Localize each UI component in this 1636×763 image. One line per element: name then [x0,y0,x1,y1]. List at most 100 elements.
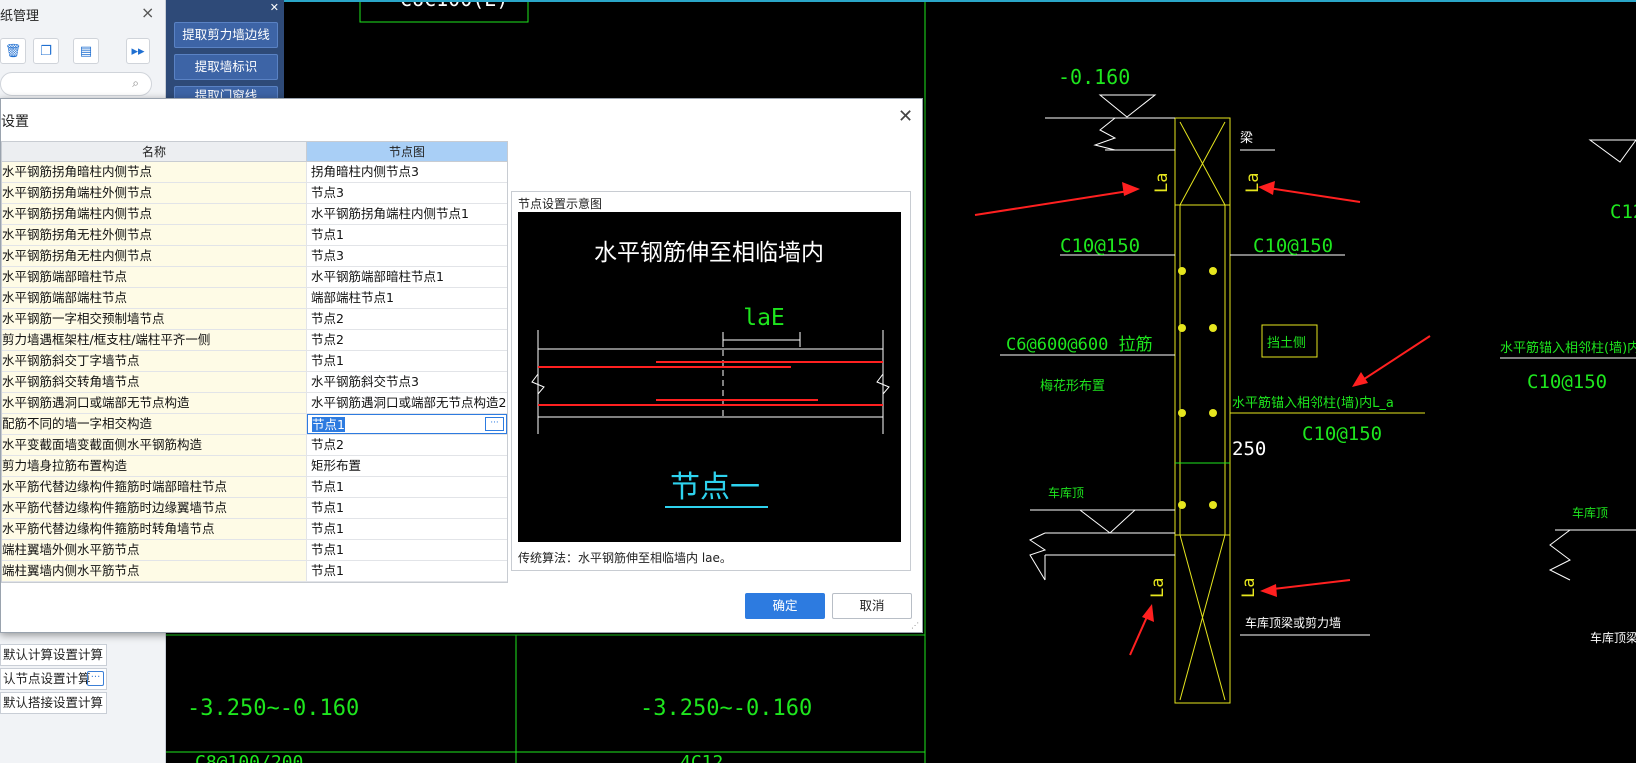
row-name: 水平钢筋斜交丁字墙节点 [2,351,307,371]
ellipsis-icon[interactable]: ··· [87,671,104,686]
table-row[interactable]: 水平变截面墙变截面侧水平钢筋构造 节点2 [2,435,507,456]
table-row[interactable]: 水平钢筋拐角端柱外侧节点 节点3 [2,183,507,204]
table-row[interactable]: 水平钢筋遇洞口或端部无节点构造 水平钢筋遇洞口或端部无节点构造2 [2,393,507,414]
table-row[interactable]: 水平筋代替边缘构件箍筋时转角墙节点 节点1 [2,519,507,540]
cad-c10-mid: C10@150 [1302,423,1382,445]
search-input[interactable]: ⌕ [0,72,152,96]
dialog-close-icon[interactable]: ✕ [898,106,913,127]
row-node-value[interactable]: 节点1 [307,561,507,581]
extract-wall-label-button[interactable]: 提取墙标识 [174,54,278,80]
row-node-value[interactable]: 水平钢筋端部暗柱节点1 [307,267,507,287]
row-name: 水平钢筋斜交转角墙节点 [2,372,307,392]
row-node-value[interactable]: 节点1 [307,540,507,560]
row-node-value[interactable]: 节点3 [307,246,507,266]
row-name: 水平钢筋拐角暗柱内侧节点 [2,162,307,182]
row-node-value[interactable]: 节点1 [307,498,507,518]
default-node-button[interactable]: 认节点设置计算 ··· [0,668,107,690]
dialog-title: 设置 [1,114,29,130]
extract-wall-edge-button[interactable]: 提取剪力墙边线 [174,22,278,48]
row-name: 水平变截面墙变截面侧水平钢筋构造 [2,435,307,455]
row-node-value[interactable]: 节点1 [307,351,507,371]
row-node-value[interactable]: 矩形布置 [307,456,507,476]
row-name: 端柱翼墙外侧水平筋节点 [2,540,307,560]
header-node[interactable]: 节点图 [307,142,507,161]
header-name[interactable]: 名称 [2,142,307,161]
preview-description: 传统算法：水平钢筋伸至相临墙内 lae。 [518,551,732,565]
row-name: 水平筋代替边缘构件箍筋时转角墙节点 [2,519,307,539]
table-row[interactable]: 水平钢筋一字相交预制墙节点 节点2 [2,309,507,330]
resize-grip-icon[interactable]: ⋰ [911,621,919,630]
row-name: 水平钢筋遇洞口或端部无节点构造 [2,393,307,413]
table-row[interactable]: 水平钢筋拐角无柱外侧节点 节点1 [2,225,507,246]
row-node-text: 水平钢筋拐角端柱内侧节点1 [311,206,469,221]
table-row[interactable]: 水平筋代替边缘构件箍筋时端部暗柱节点 节点1 [2,477,507,498]
row-node-text: 端部端柱节点1 [311,290,394,305]
row-node-value[interactable]: 节点1 [307,225,507,245]
command-panel-close-icon[interactable]: ✕ [270,1,279,14]
table-row[interactable]: 配筋不同的墙一字相交构造 节点1 ··· [2,414,507,435]
default-calc-button[interactable]: 默认计算设置计算 [0,644,107,666]
table-row[interactable]: 水平钢筋斜交丁字墙节点 节点1 [2,351,507,372]
ellipsis-icon[interactable]: ··· [485,417,504,431]
ok-button[interactable]: 确定 [745,593,825,619]
row-node-value[interactable]: 节点3 [307,183,507,203]
cad-c12: C12 [1610,201,1636,223]
cad-qiang-label: 挡土侧 [1267,336,1306,351]
table-row[interactable]: 水平筋代替边缘构件箍筋时边缘翼墙节点 节点1 [2,498,507,519]
row-node-value[interactable]: 拐角暗柱内侧节点3 [307,162,507,182]
panel-title: 纸管理 [0,9,40,24]
cad-ding-right: 车库顶 [1572,505,1608,520]
row-node-text: 节点1 [311,500,344,515]
row-node-text: 水平钢筋斜交节点3 [311,374,419,389]
row-node-value[interactable]: 节点2 [307,309,507,329]
row-node-text: 节点2 [311,332,344,347]
delete-icon[interactable]: 🗑 [0,38,26,64]
cad-wall-label: 车库顶梁或剪力墙 [1245,615,1341,630]
save-icon[interactable]: ▤ [73,38,99,64]
grid-header: 名称 节点图 [2,142,507,162]
more-icon[interactable]: ▸▸ [126,38,150,64]
row-node-value[interactable]: 水平钢筋斜交节点3 [307,372,507,392]
cancel-button[interactable]: 取消 [832,593,912,619]
row-node-value[interactable]: 水平钢筋拐角端柱内侧节点1 [307,204,507,224]
table-row[interactable]: 端柱翼墙外侧水平筋节点 节点1 [2,540,507,561]
copy-icon[interactable]: ❐ [33,38,59,64]
cad-elev-bottom-left: -3.250~-0.160 [187,696,359,721]
row-node-value[interactable]: 水平钢筋遇洞口或端部无节点构造2 [307,393,507,413]
row-node-text: 节点1 [311,353,344,368]
cad-right-anchor: 水平筋锚入相邻柱(墙)内L_a [1500,340,1636,356]
row-node-text: 节点1 [311,479,344,494]
cad-meihua-label: 梅花形布置 [1040,378,1105,394]
row-node-value[interactable]: 节点1 [307,477,507,497]
row-node-text: 节点3 [311,248,344,263]
row-node-value[interactable]: 节点2 [307,330,507,350]
row-name: 水平钢筋拐角端柱外侧节点 [2,183,307,203]
table-row[interactable]: 水平钢筋端部暗柱节点 水平钢筋端部暗柱节点1 [2,267,507,288]
table-row[interactable]: 水平钢筋斜交转角墙节点 水平钢筋斜交节点3 [2,372,507,393]
row-name: 水平钢筋拐角端柱内侧节点 [2,204,307,224]
table-row[interactable]: 水平钢筋拐角无柱内侧节点 节点3 [2,246,507,267]
table-row[interactable]: 水平钢筋端部端柱节点 端部端柱节点1 [2,288,507,309]
row-node-value[interactable]: 节点2 [307,435,507,455]
default-lap-button[interactable]: 默认搭接设置计算 [0,692,107,714]
table-row[interactable]: 水平钢筋拐角端柱内侧节点 水平钢筋拐角端柱内侧节点1 [2,204,507,225]
cad-ding-label: 车库顶 [1048,485,1084,500]
node-preview-panel: 节点设置示意图 水平钢筋伸至相临墙内 laE 节点一 传统算法：水平钢筋伸至相临… [511,191,911,571]
row-node-text: 水平钢筋遇洞口或端部无节点构造2 [311,395,507,410]
cad-la-4: La [1239,578,1259,598]
default-node-label: 认节点设置计算 [3,671,91,686]
row-node-value[interactable]: 端部端柱节点1 [307,288,507,308]
cad-la-1: La [1152,173,1172,193]
panel-close-icon[interactable]: × [141,3,154,22]
table-row[interactable]: 剪力墙身拉筋布置构造 矩形布置 [2,456,507,477]
table-row[interactable]: 端柱翼墙内侧水平筋节点 节点1 [2,561,507,582]
cad-c10-far: C10@150 [1527,371,1607,393]
cad-c10-left: C10@150 [1060,235,1140,257]
row-name: 水平钢筋拐角无柱内侧节点 [2,246,307,266]
table-row[interactable]: 水平钢筋拐角暗柱内侧节点 拐角暗柱内侧节点3 [2,162,507,183]
cad-bottom-a: C8@100/200 [195,752,303,763]
row-name: 水平钢筋拐角无柱外侧节点 [2,225,307,245]
row-node-value[interactable]: 节点1 [307,519,507,539]
table-row[interactable]: 剪力墙遇框架柱/框支柱/端柱平齐一侧 节点2 [2,330,507,351]
row-node-value[interactable]: 节点1 ··· [307,414,507,434]
